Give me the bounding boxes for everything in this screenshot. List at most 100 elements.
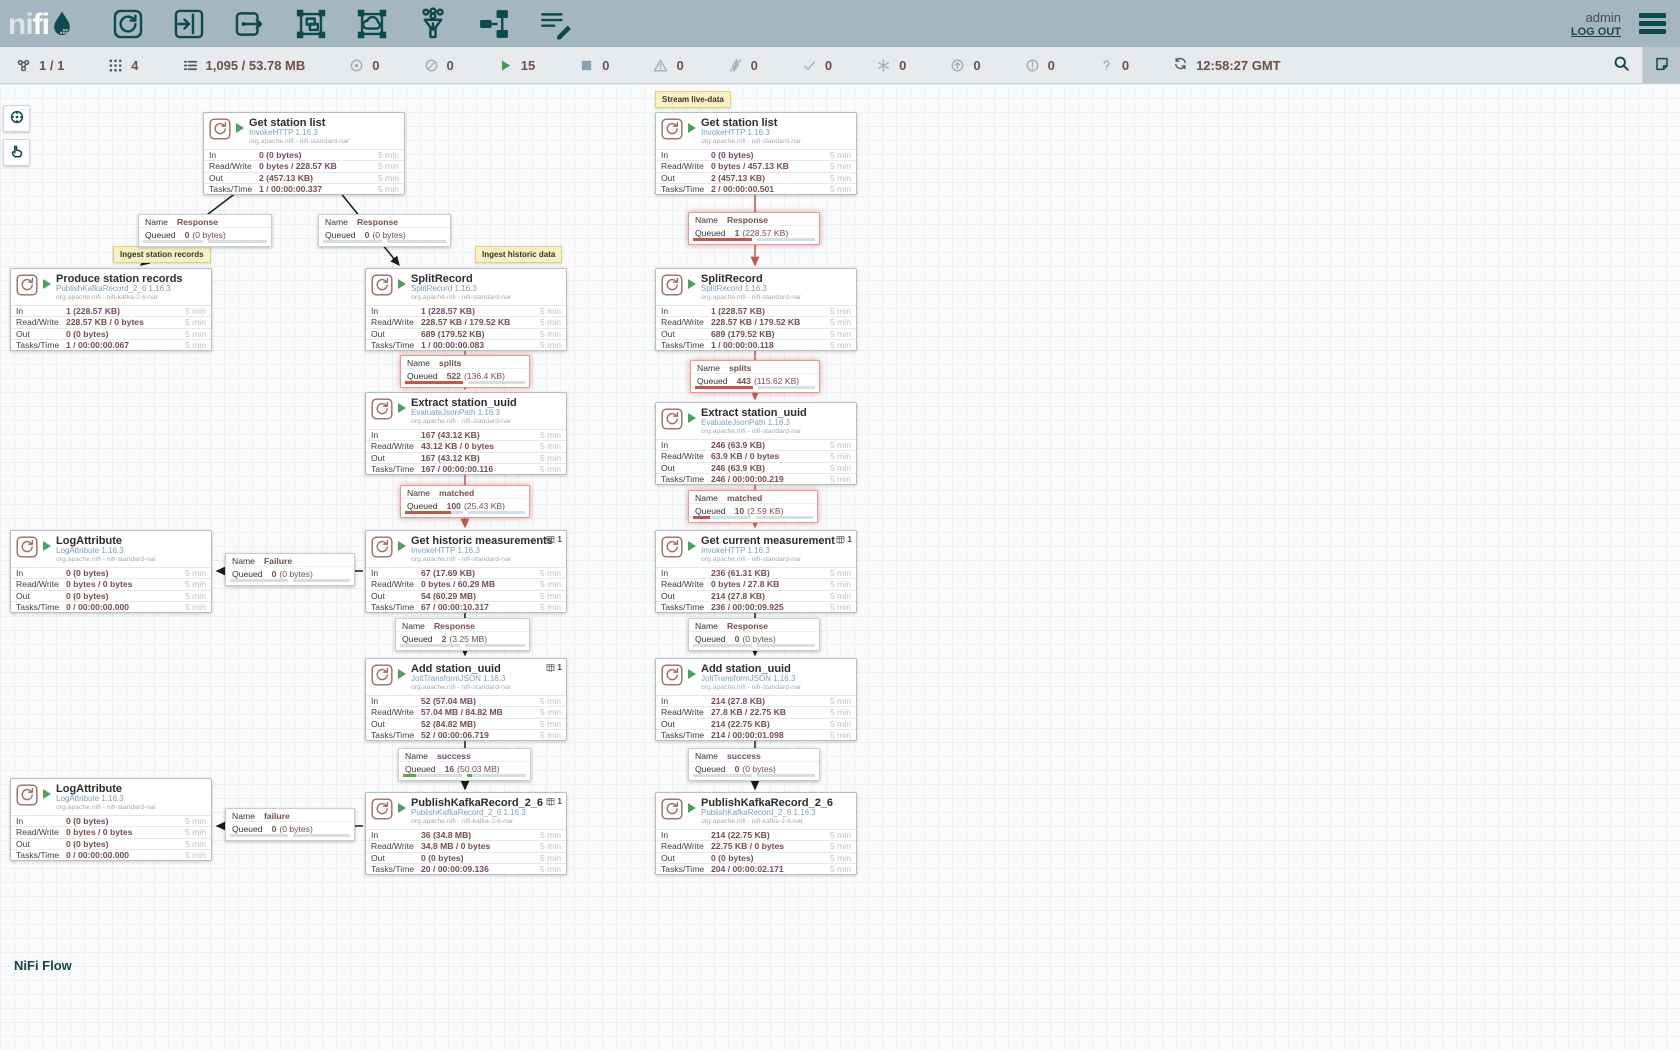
processor-card[interactable]: LogAttributeLogAttribute 1.16.3org.apach…: [10, 778, 212, 861]
refresh-status[interactable]: 12:58:27 GMT: [1173, 56, 1281, 74]
processor-type-icon: [371, 398, 393, 420]
status-count: 0: [602, 58, 609, 73]
status-locally-modified-stale: 0: [1025, 58, 1055, 73]
processor-card[interactable]: Get historic measurementsInvokeHTTP 1.16…: [365, 530, 567, 613]
processor-bundle: org.apache.nifi - nifi-kafka-2-6-nar: [701, 818, 833, 826]
backpressure-bar: [323, 240, 382, 243]
connection-label[interactable]: NamesplitsQueued443(115.62 KB): [690, 360, 820, 393]
running-indicator-icon: [43, 786, 51, 804]
processor-card[interactable]: Get station listInvokeHTTP 1.16.3org.apa…: [203, 112, 405, 195]
stat-row: Out214 (27.8 KB)5 min: [656, 590, 856, 601]
canvas-label[interactable]: Ingest historic data: [475, 246, 562, 263]
logout-button[interactable]: LOG OUT: [1571, 26, 1621, 38]
processor-type-icon: [661, 798, 683, 820]
processor-card[interactable]: PublishKafkaRecord_2_6PublishKafkaRecord…: [655, 792, 857, 875]
status-count: 0: [372, 58, 379, 73]
connection-label[interactable]: NameResponseQueued0(0 bytes): [318, 214, 451, 247]
processor-type-icon: [661, 408, 683, 430]
status-count: 0: [1122, 58, 1129, 73]
connection-label[interactable]: NamefailureQueued0(0 bytes): [225, 808, 355, 841]
queued-size: (0 bytes): [192, 230, 225, 240]
input-port-icon[interactable]: [170, 5, 208, 43]
running-indicator-icon: [688, 120, 696, 138]
stat-row: Out689 (179.52 KB)5 min: [656, 328, 856, 339]
processor-card[interactable]: Produce station recordsPublishKafkaRecor…: [10, 268, 212, 351]
stat-row: Tasks/Time0 / 00:00:00.0005 min: [11, 601, 211, 612]
stat-row: Tasks/Time214 / 00:00:01.0985 min: [656, 729, 856, 740]
navigate-icon: [9, 109, 25, 128]
backpressure-bar: [230, 579, 288, 582]
connection-label[interactable]: NamematchedQueued100(25.43 KB): [400, 485, 530, 518]
flow-status-bar: 1 / 141,095 / 53.78 MB001500000000 12:58…: [0, 47, 1680, 84]
active-threads-badge: 1: [546, 662, 562, 672]
navigate-palette-button[interactable]: [3, 105, 30, 132]
processor-card[interactable]: LogAttributeLogAttribute 1.16.3org.apach…: [10, 530, 212, 613]
flow-canvas[interactable]: NiFi Flow Stream live-data Ingest station…: [0, 84, 1680, 1050]
up-to-date-icon: [802, 58, 817, 73]
transmitting-icon: [349, 58, 364, 73]
stat-row: Out2 (457.13 KB)5 min: [204, 172, 404, 183]
backpressure-bar: [293, 579, 351, 582]
status-items: 1 / 141,095 / 53.78 MB001500000000: [0, 58, 1173, 73]
stat-row: In1 (228.57 KB)5 min: [11, 305, 211, 316]
processor-card[interactable]: PublishKafkaRecord_2_6PublishKafkaRecord…: [365, 792, 567, 875]
stat-row: Read/Write228.57 KB / 179.52 KB5 min: [656, 316, 856, 327]
queued-size: (0 bytes): [742, 764, 775, 774]
processor-card[interactable]: Extract station_uuidEvaluateJsonPath 1.1…: [365, 392, 567, 475]
processor-type: JoltTransformJSON 1.16.3: [411, 675, 511, 684]
processor-card[interactable]: Get station listInvokeHTTP 1.16.3org.apa…: [655, 112, 857, 195]
processor-card[interactable]: Get current measurementInvokeHTTP 1.16.3…: [655, 530, 857, 613]
canvas-label[interactable]: Stream live-data: [655, 91, 731, 108]
stat-row: In246 (63.9 KB)5 min: [656, 439, 856, 450]
processor-bundle: org.apache.nifi - nifi-standard-nar: [701, 684, 801, 692]
processor-card[interactable]: SplitRecordSplitRecord 1.16.3org.apache.…: [655, 268, 857, 351]
stat-row: In36 (34.8 MB)5 min: [366, 829, 566, 840]
status-locally-modified: 0: [876, 58, 906, 73]
processor-type: JoltTransformJSON 1.16.3: [701, 675, 801, 684]
locally-modified-icon: [876, 58, 891, 73]
running-indicator-icon: [688, 666, 696, 684]
processor-card[interactable]: SplitRecordSplitRecord 1.16.3org.apache.…: [365, 268, 567, 351]
breadcrumb-root[interactable]: NiFi Flow: [14, 958, 72, 973]
processor-card[interactable]: Extract station_uuidEvaluateJsonPath 1.1…: [655, 402, 857, 485]
processor-bundle: org.apache.nifi - nifi-standard-nar: [701, 138, 801, 146]
operate-palette-button[interactable]: [3, 139, 30, 166]
process-group-icon[interactable]: [292, 5, 330, 43]
logo-text-fi: fi: [33, 8, 49, 42]
queued-count: 100: [447, 501, 461, 511]
funnel-icon[interactable]: [414, 5, 452, 43]
canvas-label[interactable]: Ingest station records: [113, 246, 211, 263]
global-menu-button[interactable]: [1637, 8, 1668, 40]
stale-icon: [950, 58, 965, 73]
connection-label[interactable]: NamesplitsQueued522(136.4 KB): [400, 355, 530, 388]
connection-label[interactable]: NameResponseQueued2(3.25 MB): [395, 618, 530, 651]
connection-label[interactable]: NamesuccessQueued16(50.03 MB): [398, 748, 531, 781]
processor-bundle: org.apache.nifi - nifi-standard-nar: [56, 804, 156, 812]
processor-icon[interactable]: [109, 5, 147, 43]
refresh-icon[interactable]: [1173, 56, 1188, 74]
stat-row: Read/Write0 bytes / 27.8 KB5 min: [656, 578, 856, 589]
stat-row: Tasks/Time20 / 00:00:09.1365 min: [366, 863, 566, 874]
connection-label[interactable]: NamesuccessQueued0(0 bytes): [688, 748, 820, 781]
status-stopped: 0: [579, 58, 609, 73]
processor-card[interactable]: Add station_uuidJoltTransformJSON 1.16.3…: [655, 658, 857, 741]
status-disabled: 0: [728, 58, 758, 73]
processor-type: InvokeHTTP 1.16.3: [701, 129, 801, 138]
processor-type-icon: [209, 118, 231, 140]
connection-label[interactable]: NameResponseQueued0(0 bytes): [688, 618, 820, 651]
processor-card[interactable]: Add station_uuidJoltTransformJSON 1.16.3…: [365, 658, 567, 741]
output-port-icon[interactable]: [231, 5, 269, 43]
template-icon[interactable]: [475, 5, 513, 43]
status-threads: 4: [108, 58, 138, 73]
status-transmitting: 0: [349, 58, 379, 73]
stat-row: Out52 (84.82 MB)5 min: [366, 718, 566, 729]
connection-label[interactable]: NameResponseQueued1(228.57 KB): [688, 212, 820, 245]
bulletin-panel-button[interactable]: [1642, 47, 1680, 83]
stat-row: Read/Write57.04 MB / 84.82 MB5 min: [366, 706, 566, 717]
remote-process-group-icon[interactable]: [353, 5, 391, 43]
search-button[interactable]: [1600, 47, 1642, 83]
connection-label[interactable]: NameFailureQueued0(0 bytes): [225, 553, 355, 586]
label-icon[interactable]: [536, 5, 574, 43]
connection-label[interactable]: NamematchedQueued10(2.59 KB): [688, 490, 818, 523]
connection-label[interactable]: NameResponseQueued0(0 bytes): [138, 214, 272, 247]
